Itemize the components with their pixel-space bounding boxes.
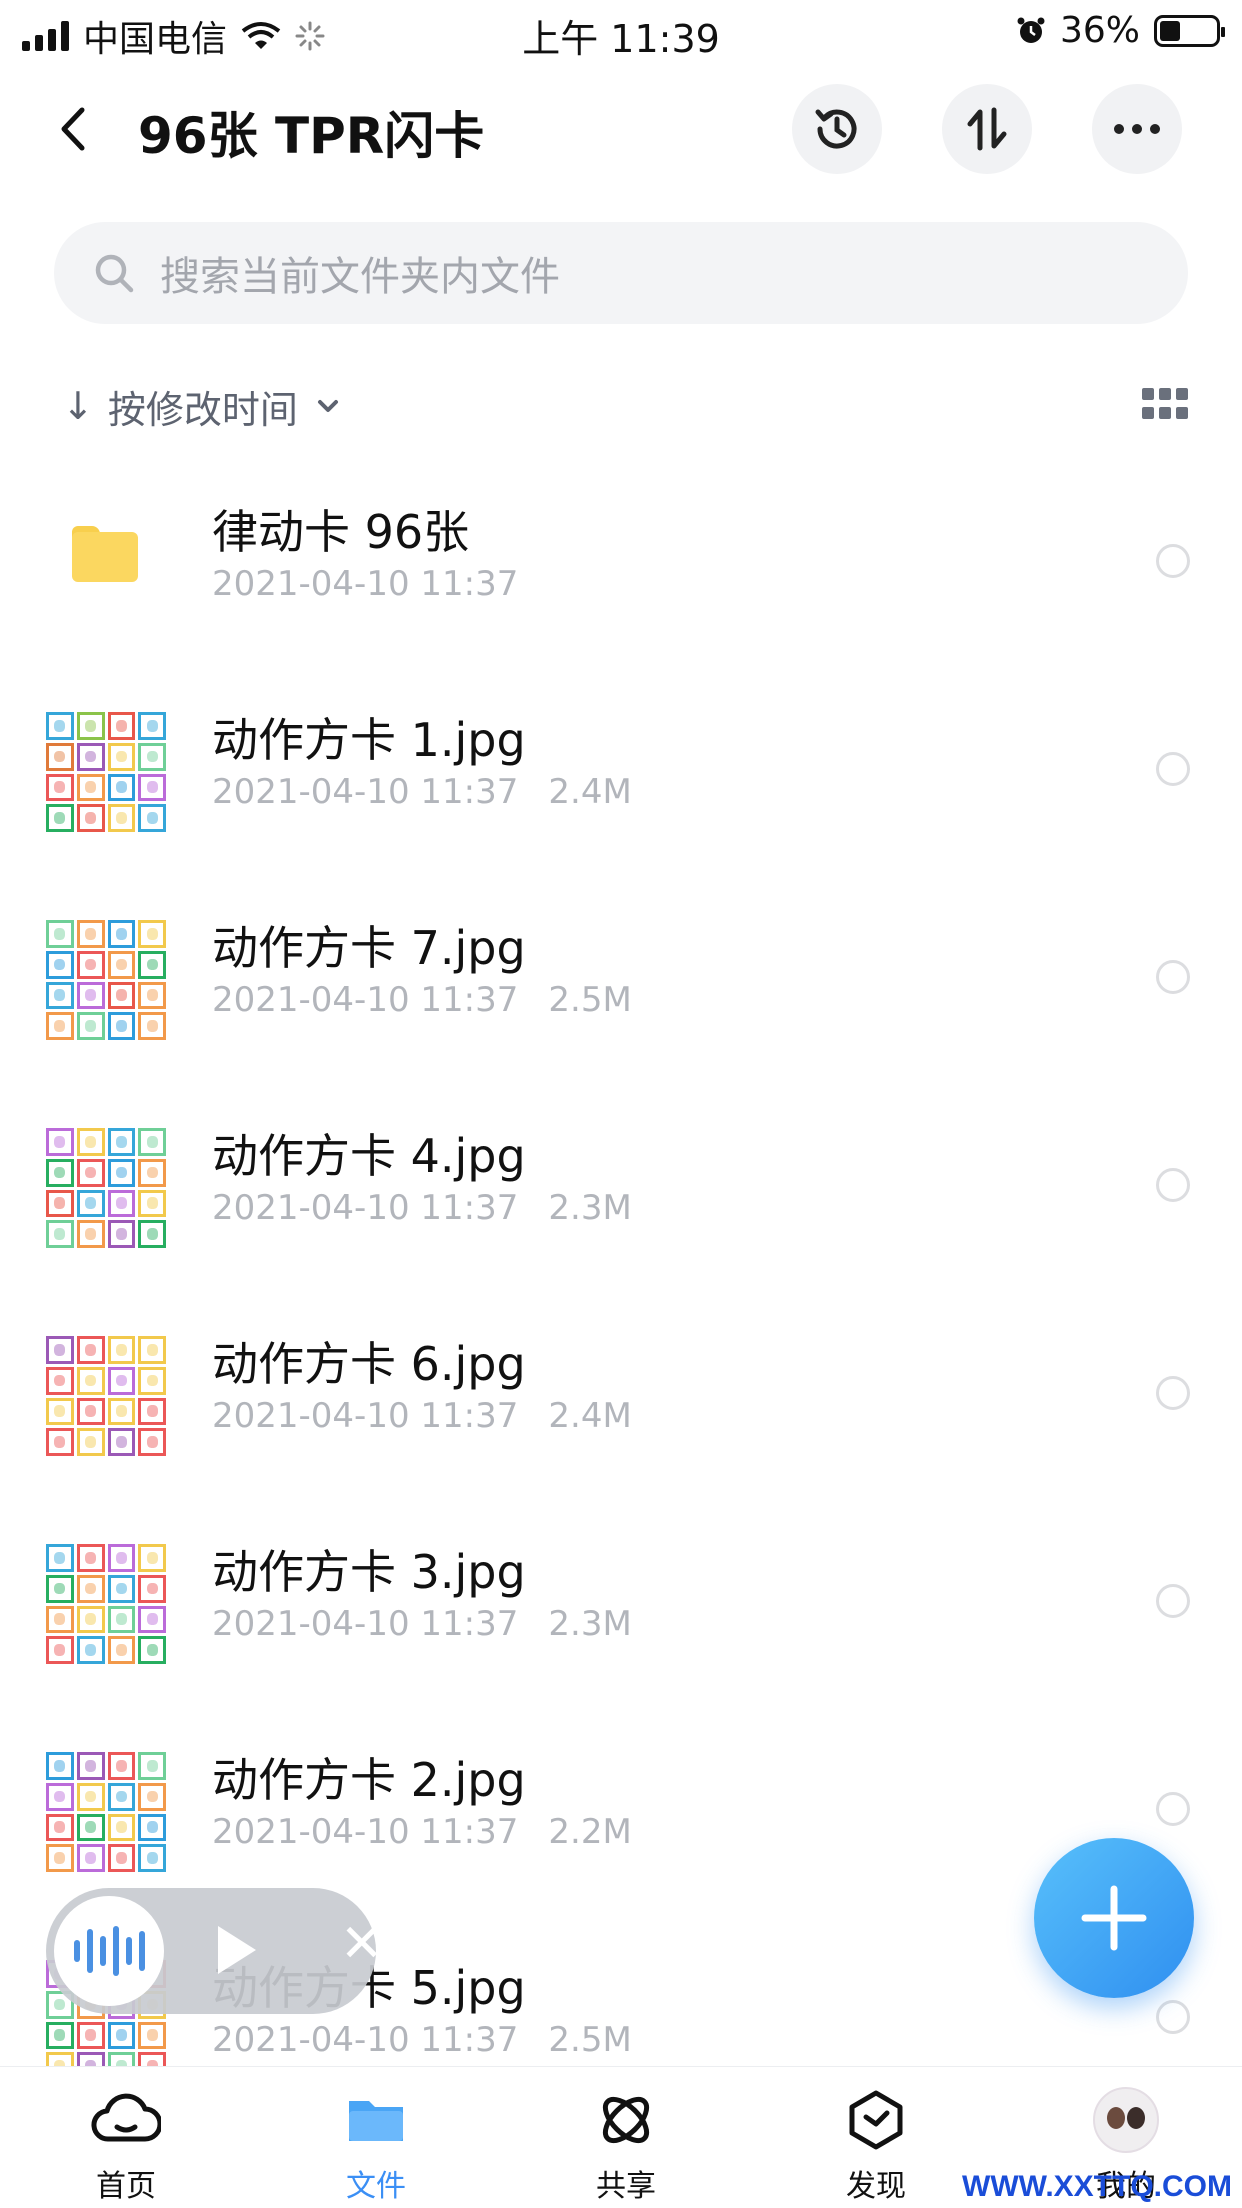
file-name: 动作方卡 7.jpg bbox=[212, 921, 526, 975]
file-size: 2.4M bbox=[548, 1396, 632, 1436]
file-size: 2.3M bbox=[548, 1188, 632, 1228]
file-date: 2021-04-10 11:37 bbox=[212, 1396, 519, 1436]
file-date: 2021-04-10 11:37 bbox=[212, 2020, 519, 2060]
tab-home[interactable]: 首页 bbox=[46, 2087, 206, 2205]
alarm-icon bbox=[1017, 17, 1045, 43]
sort-dropdown[interactable]: 按修改时间 bbox=[108, 379, 298, 434]
file-name: 动作方卡 2.jpg bbox=[212, 1753, 526, 1807]
tab-home-label: 首页 bbox=[96, 2169, 156, 2204]
list-item[interactable]: 动作方卡 4.jpg 2021-04-10 11:37 2.3M bbox=[0, 1086, 1242, 1294]
file-date: 2021-04-10 11:37 bbox=[212, 772, 519, 812]
file-date: 2021-04-10 11:37 bbox=[212, 1188, 519, 1228]
select-radio[interactable] bbox=[1156, 1376, 1190, 1410]
more-icon bbox=[1114, 124, 1160, 134]
history-icon bbox=[815, 109, 857, 149]
select-radio[interactable] bbox=[1156, 752, 1190, 786]
add-button[interactable] bbox=[1034, 1838, 1194, 1998]
folder-icon bbox=[72, 526, 138, 582]
plus-icon bbox=[1081, 1885, 1147, 1951]
select-radio[interactable] bbox=[1156, 1168, 1190, 1202]
file-meta: 2021-04-10 11:37 2.3M bbox=[212, 1188, 632, 1228]
cloud-icon bbox=[91, 2093, 161, 2142]
file-name: 动作方卡 6.jpg bbox=[212, 1337, 526, 1391]
search-icon bbox=[95, 254, 134, 293]
more-button[interactable] bbox=[1092, 84, 1182, 174]
list-item[interactable]: 动作方卡 6.jpg 2021-04-10 11:37 2.4M bbox=[0, 1294, 1242, 1502]
avatar bbox=[1093, 2087, 1159, 2153]
audio-waveform-icon[interactable] bbox=[54, 1896, 164, 2006]
back-icon[interactable] bbox=[50, 104, 100, 154]
page-title: 96张 TPR闪卡 bbox=[138, 107, 485, 165]
file-meta: 2021-04-10 11:37 2.2M bbox=[212, 1812, 632, 1852]
sort-toggle-button[interactable] bbox=[942, 84, 1032, 174]
sort-direction-icon[interactable]: ↓ bbox=[62, 384, 94, 428]
sort-bar: ↓ 按修改时间 bbox=[62, 378, 1188, 434]
header: 96张 TPR闪卡 bbox=[0, 72, 1242, 184]
list-item[interactable]: 动作方卡 3.jpg 2021-04-10 11:37 2.3M bbox=[0, 1502, 1242, 1710]
file-size: 2.5M bbox=[548, 980, 632, 1020]
search-bar[interactable]: 搜索当前文件夹内文件 bbox=[54, 222, 1188, 324]
file-meta: 2021-04-10 11:37 2.3M bbox=[212, 1604, 632, 1644]
tab-files-label: 文件 bbox=[346, 2169, 406, 2204]
play-icon[interactable] bbox=[218, 1926, 256, 1974]
image-thumbnail bbox=[46, 1544, 166, 1664]
battery-percent: 36% bbox=[1059, 10, 1140, 51]
tab-share-label: 共享 bbox=[596, 2169, 656, 2204]
file-size: 2.5M bbox=[548, 2020, 632, 2060]
grid-view-icon[interactable] bbox=[1142, 388, 1188, 420]
file-name: 动作方卡 4.jpg bbox=[212, 1129, 526, 1183]
folder-icon bbox=[349, 2101, 403, 2141]
tab-files[interactable]: 文件 bbox=[296, 2087, 456, 2205]
list-item[interactable]: 动作方卡 7.jpg 2021-04-10 11:37 2.5M bbox=[0, 878, 1242, 1086]
select-radio[interactable] bbox=[1156, 1584, 1190, 1618]
file-meta: 2021-04-10 11:37 2.4M bbox=[212, 772, 632, 812]
file-meta: 2021-04-10 11:37 2.4M bbox=[212, 1396, 632, 1436]
battery-icon bbox=[1154, 14, 1225, 47]
image-thumbnail bbox=[46, 1752, 166, 1872]
discover-icon bbox=[849, 2090, 903, 2150]
tab-discover-label: 发现 bbox=[846, 2169, 906, 2204]
file-size: 2.2M bbox=[548, 1812, 632, 1852]
file-meta: 2021-04-10 11:37 2.5M bbox=[212, 980, 632, 1020]
tab-discover[interactable]: 发现 bbox=[796, 2087, 956, 2205]
tab-share[interactable]: 共享 bbox=[546, 2087, 706, 2205]
file-meta: 2021-04-10 11:37 bbox=[212, 564, 518, 604]
file-date: 2021-04-10 11:37 bbox=[212, 1604, 519, 1644]
chevron-down-icon[interactable] bbox=[314, 396, 342, 416]
select-radio[interactable] bbox=[1156, 960, 1190, 994]
status-right: 36% bbox=[1016, 10, 1225, 51]
file-size: 2.3M bbox=[548, 1604, 632, 1644]
list-item[interactable]: 律动卡 96张 2021-04-10 11:37 bbox=[0, 462, 1242, 670]
tab-bar: 首页 文件 共享 发现 我的 WWW.XXTTQ.COM bbox=[0, 2066, 1242, 2208]
audio-player-pill[interactable]: ✕ bbox=[46, 1888, 384, 2014]
file-date: 2021-04-10 11:37 bbox=[212, 1812, 519, 1852]
select-radio[interactable] bbox=[1156, 544, 1190, 578]
file-date: 2021-04-10 11:37 bbox=[212, 980, 519, 1020]
file-name: 动作方卡 1.jpg bbox=[212, 713, 526, 767]
select-radio[interactable] bbox=[1156, 2000, 1190, 2034]
image-thumbnail bbox=[46, 1128, 166, 1248]
image-thumbnail bbox=[46, 920, 166, 1040]
sort-arrows-icon bbox=[967, 107, 1007, 151]
close-icon[interactable]: ✕ bbox=[340, 1918, 384, 1970]
status-bar: 中国电信 上午 11:39 36% bbox=[0, 0, 1242, 62]
file-date: 2021-04-10 11:37 bbox=[212, 564, 519, 604]
file-size: 2.4M bbox=[548, 772, 632, 812]
file-name: 律动卡 96张 bbox=[212, 505, 470, 559]
file-meta: 2021-04-10 11:37 2.5M bbox=[212, 2020, 632, 2060]
share-icon bbox=[602, 2096, 650, 2144]
image-thumbnail bbox=[46, 1336, 166, 1456]
search-input[interactable]: 搜索当前文件夹内文件 bbox=[160, 244, 560, 302]
select-radio[interactable] bbox=[1156, 1792, 1190, 1826]
watermark: WWW.XXTTQ.COM bbox=[962, 2170, 1232, 2203]
list-item[interactable]: 动作方卡 1.jpg 2021-04-10 11:37 2.4M bbox=[0, 670, 1242, 878]
file-name: 动作方卡 3.jpg bbox=[212, 1545, 526, 1599]
image-thumbnail bbox=[46, 712, 166, 832]
history-button[interactable] bbox=[792, 84, 882, 174]
